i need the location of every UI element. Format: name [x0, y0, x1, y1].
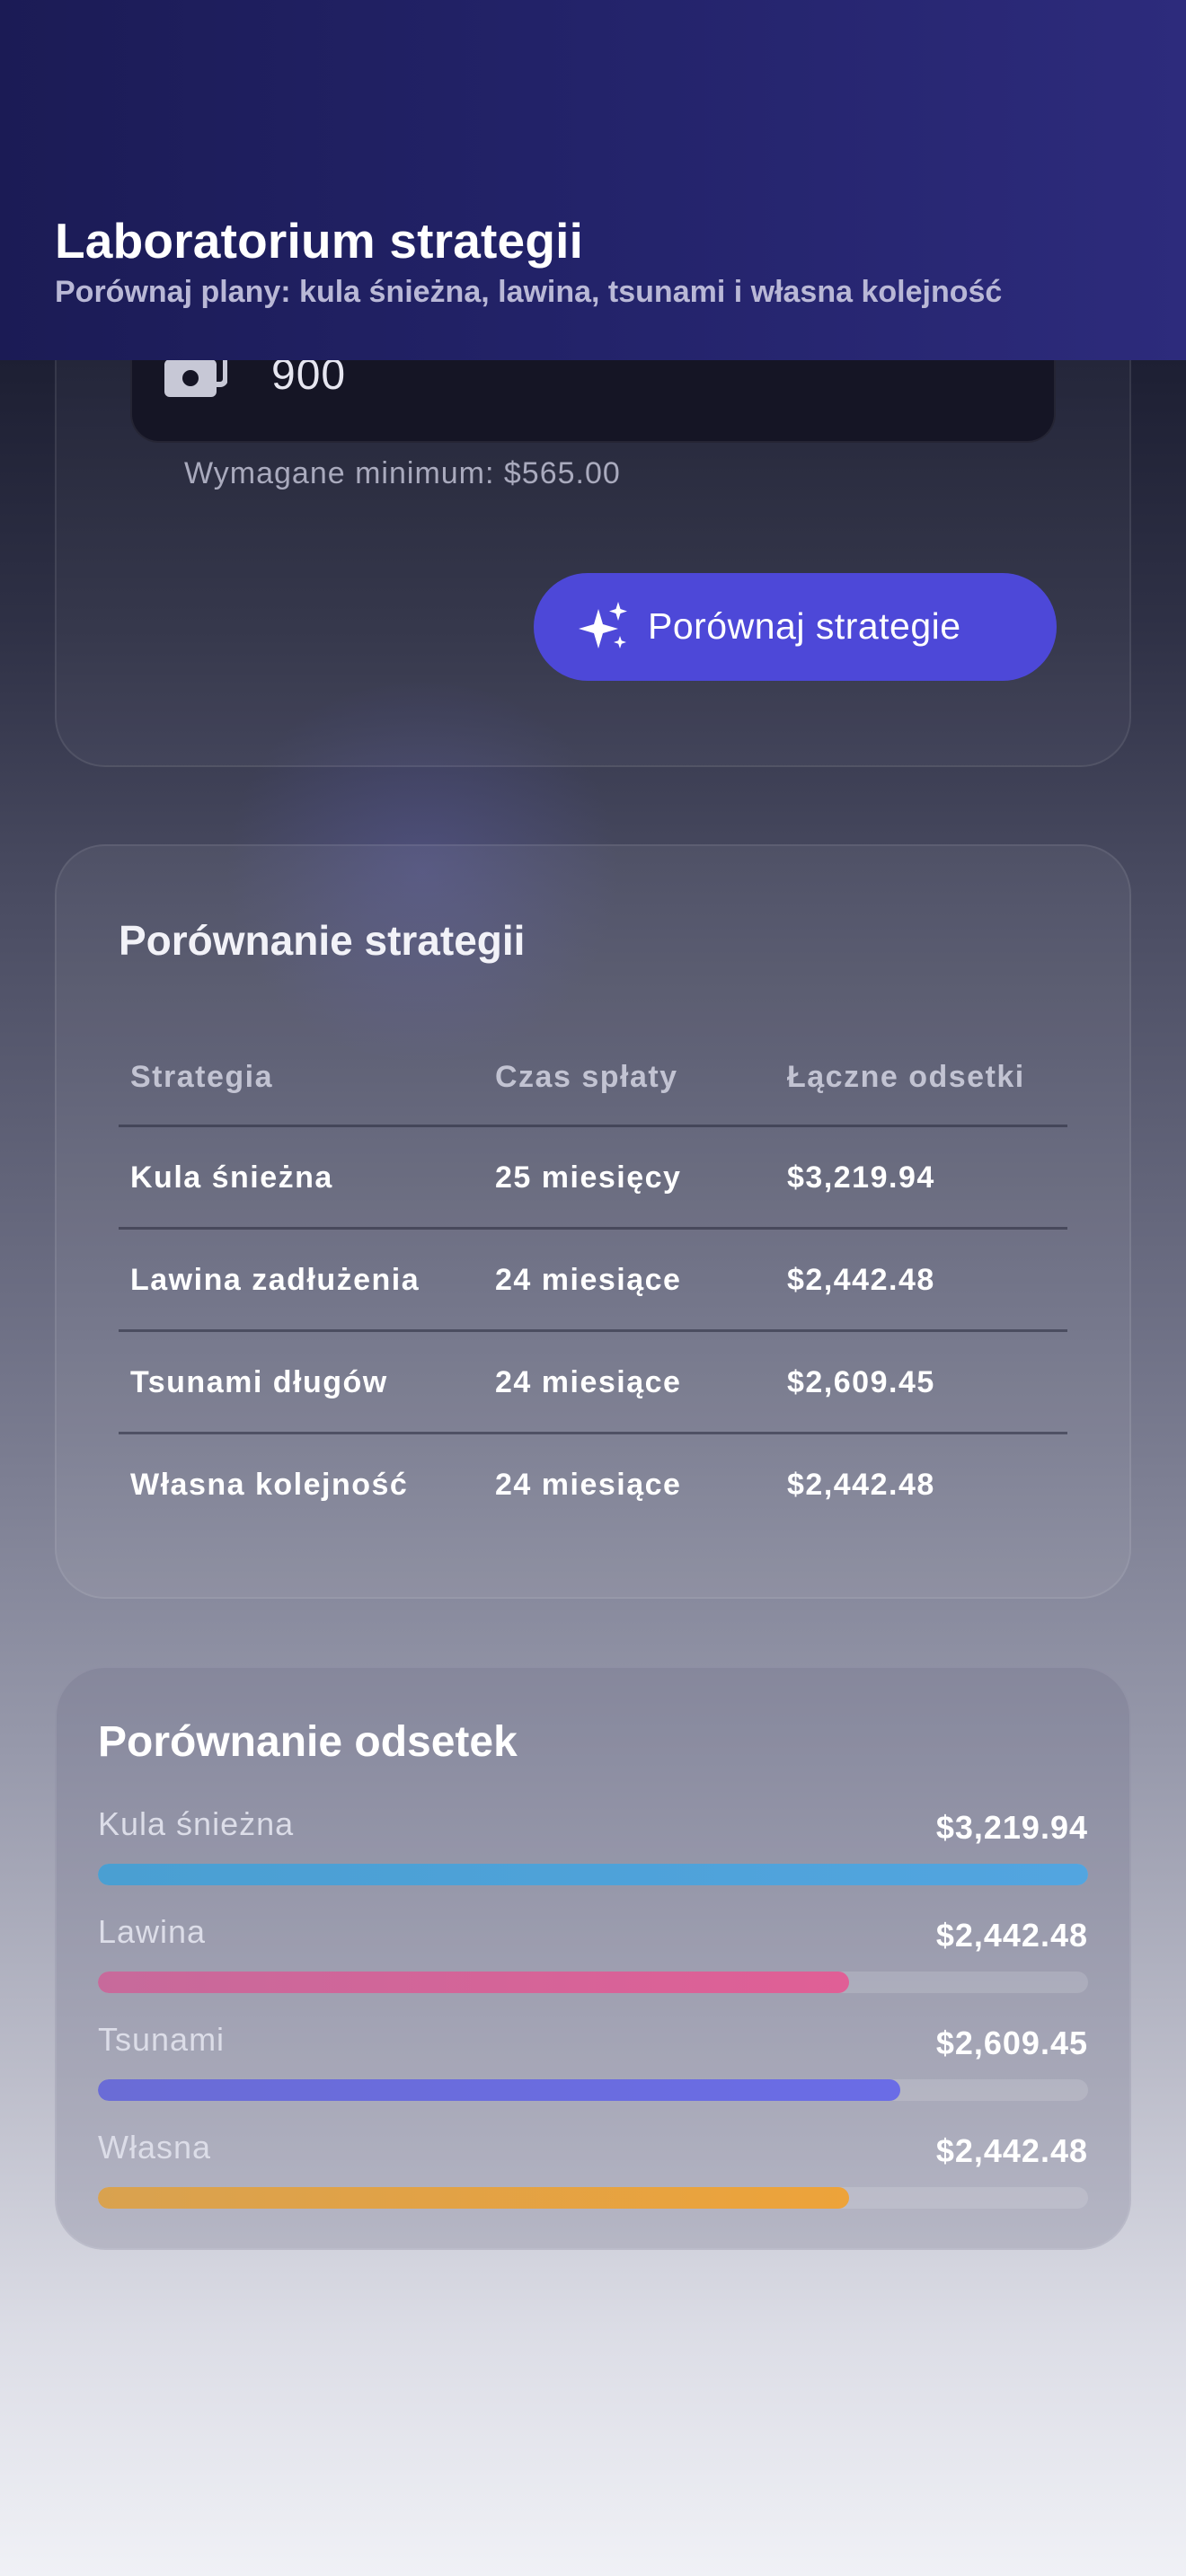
- table-cell-time: 24 miesiące: [495, 1263, 682, 1297]
- compare-strategies-button[interactable]: Porównaj strategie: [534, 573, 1057, 681]
- minimum-payment-note: Wymagane minimum: $565.00: [184, 456, 621, 490]
- bar-track: [98, 2187, 1088, 2209]
- table-cell-strategy: Tsunami długów: [130, 1365, 388, 1399]
- table-cell-interest: $2,442.48: [787, 1468, 935, 1502]
- bar-value: $2,609.45: [935, 2025, 1088, 2061]
- table-divider: [119, 1432, 1067, 1434]
- table-cell-time: 24 miesiące: [495, 1365, 682, 1399]
- bar-label: Lawina: [98, 1913, 207, 1950]
- table-cell-interest: $2,609.45: [787, 1365, 935, 1399]
- bar-value: $2,442.48: [935, 1917, 1088, 1954]
- bar-value: $3,219.94: [935, 1809, 1088, 1846]
- bar-track: [98, 1864, 1088, 1885]
- table-cell-interest: $3,219.94: [787, 1160, 935, 1195]
- comparison-title: Porównanie strategii: [119, 917, 526, 964]
- column-header-interest: Łączne odsetki: [787, 1060, 1025, 1094]
- bar-label: Własna: [98, 2129, 212, 2166]
- column-header-strategy: Strategia: [130, 1060, 273, 1094]
- bar-label: Kula śnieżna: [98, 1805, 295, 1842]
- table-divider: [119, 1227, 1067, 1230]
- bar-track: [98, 1972, 1088, 1993]
- bar-track: [98, 2079, 1088, 2101]
- sparkles-icon: [579, 602, 627, 648]
- app-header: Laboratorium strategii Porównaj plany: k…: [0, 0, 1186, 360]
- table-cell-time: 24 miesiące: [495, 1468, 682, 1502]
- table-cell-strategy: Kula śnieżna: [130, 1160, 333, 1195]
- bar-fill-snowball: [98, 1864, 1088, 1885]
- page-title: Laboratorium strategii: [55, 213, 584, 269]
- interest-comparison-title: Porównanie odsetek: [98, 1718, 518, 1766]
- table-divider: [119, 1329, 1067, 1332]
- bar-fill-tsunami: [98, 2079, 901, 2101]
- bar-label: Tsunami: [98, 2021, 226, 2058]
- bar-value: $2,442.48: [935, 2132, 1088, 2169]
- column-header-time: Czas spłaty: [495, 1060, 678, 1094]
- compare-button-label: Porównaj strategie: [648, 605, 961, 647]
- table-cell-strategy: Lawina zadłużenia: [130, 1263, 420, 1297]
- bar-fill-avalanche: [98, 1972, 849, 1993]
- table-cell-interest: $2,442.48: [787, 1263, 935, 1297]
- table-cell-time: 25 miesięcy: [495, 1160, 682, 1195]
- bar-fill-custom: [98, 2187, 849, 2209]
- page-subtitle: Porównaj plany: kula śnieżna, lawina, ts…: [55, 275, 1003, 309]
- table-cell-strategy: Własna kolejność: [130, 1468, 409, 1502]
- table-divider: [119, 1125, 1067, 1127]
